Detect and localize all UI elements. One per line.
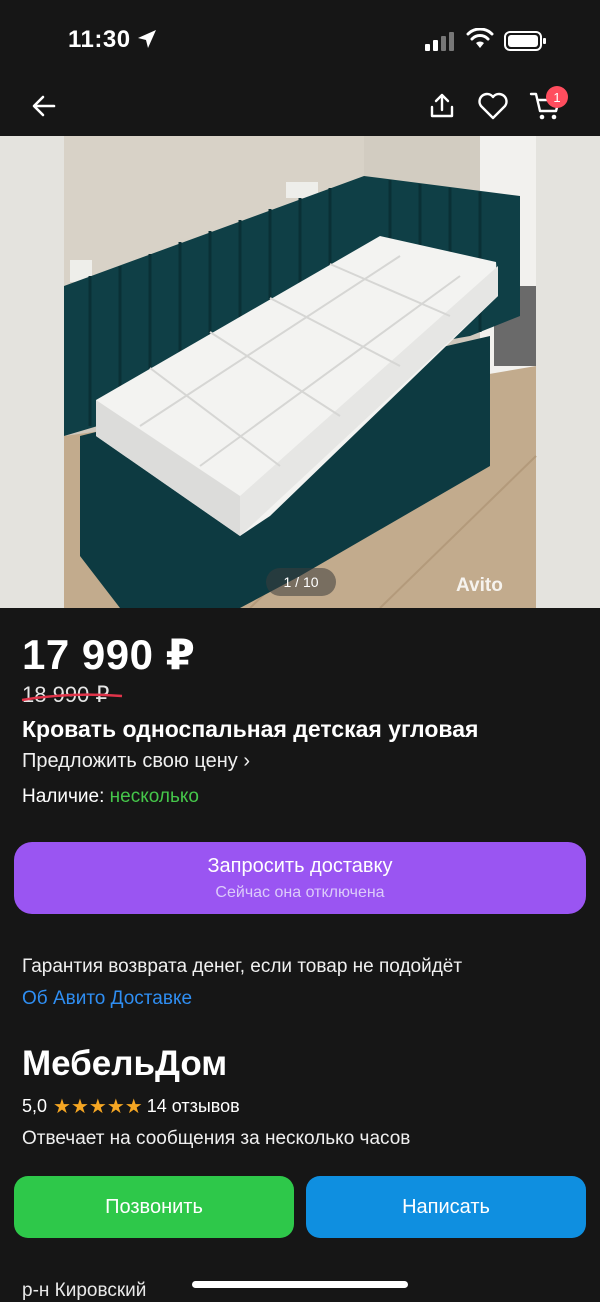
request-delivery-subtitle: Сейчас она отключена	[215, 883, 385, 901]
rating-value: 5,0	[22, 1096, 48, 1116]
reviews-count: 14 отзывов	[146, 1096, 240, 1116]
avito-watermark: Avito	[456, 575, 503, 596]
heart-icon	[478, 92, 508, 120]
availability-value: несколько	[109, 786, 199, 807]
money-back-guarantee: Гарантия возврата денег, если товар не п…	[22, 956, 463, 977]
request-delivery-label: Запросить доставку	[207, 854, 393, 877]
offer-price-label: Предложить свою цену	[22, 750, 238, 772]
old-price-strikethrough	[21, 693, 123, 702]
favorite-button[interactable]	[472, 86, 514, 126]
about-avito-delivery-link[interactable]: Об Авито Доставке	[22, 988, 192, 1010]
seller-name[interactable]: МебельДом	[22, 1044, 227, 1084]
share-icon	[430, 93, 454, 118]
photo-counter: 1 / 10	[266, 568, 336, 596]
chevron-right-icon: ›	[243, 750, 251, 772]
write-message-button[interactable]: Написать	[306, 1176, 586, 1238]
seller-rating[interactable]: 5,0 ★ ★ ★ ★ ★ 14 отзывов	[22, 1096, 240, 1117]
star-icon: ★	[70, 1095, 89, 1118]
bed-photo	[0, 136, 600, 608]
listing-photo-gallery[interactable]	[0, 136, 600, 608]
star-icon: ★	[124, 1095, 143, 1118]
arrow-left-icon	[32, 95, 56, 117]
offer-price-link[interactable]: Предложить свою цену ›	[22, 750, 250, 773]
back-button[interactable]	[24, 86, 64, 126]
star-icon: ★	[53, 1095, 71, 1118]
listing-title: Кровать односпальная детская угловая	[22, 716, 479, 742]
call-button[interactable]: Позвонить	[14, 1176, 294, 1238]
availability-label: Наличие:	[22, 786, 105, 807]
battery-icon	[504, 31, 546, 51]
listing-price: 17 990 ₽	[22, 631, 196, 678]
request-delivery-button[interactable]: Запросить доставку Сейчас она отключена	[14, 842, 586, 914]
cellular-signal-icon	[425, 32, 454, 51]
star-icon: ★	[88, 1095, 107, 1118]
status-time: 11:30	[68, 26, 131, 53]
wifi-icon	[466, 28, 494, 48]
availability: Наличие: несколько	[22, 786, 199, 808]
cart-badge: 1	[546, 86, 568, 108]
rating-stars: ★ ★ ★ ★ ★	[53, 1097, 143, 1117]
share-button[interactable]	[422, 86, 462, 126]
location-arrow-icon	[138, 30, 156, 48]
home-indicator[interactable]	[192, 1281, 408, 1288]
star-icon: ★	[106, 1095, 125, 1118]
seller-reply-time: Отвечает на сообщения за несколько часов	[22, 1128, 411, 1149]
